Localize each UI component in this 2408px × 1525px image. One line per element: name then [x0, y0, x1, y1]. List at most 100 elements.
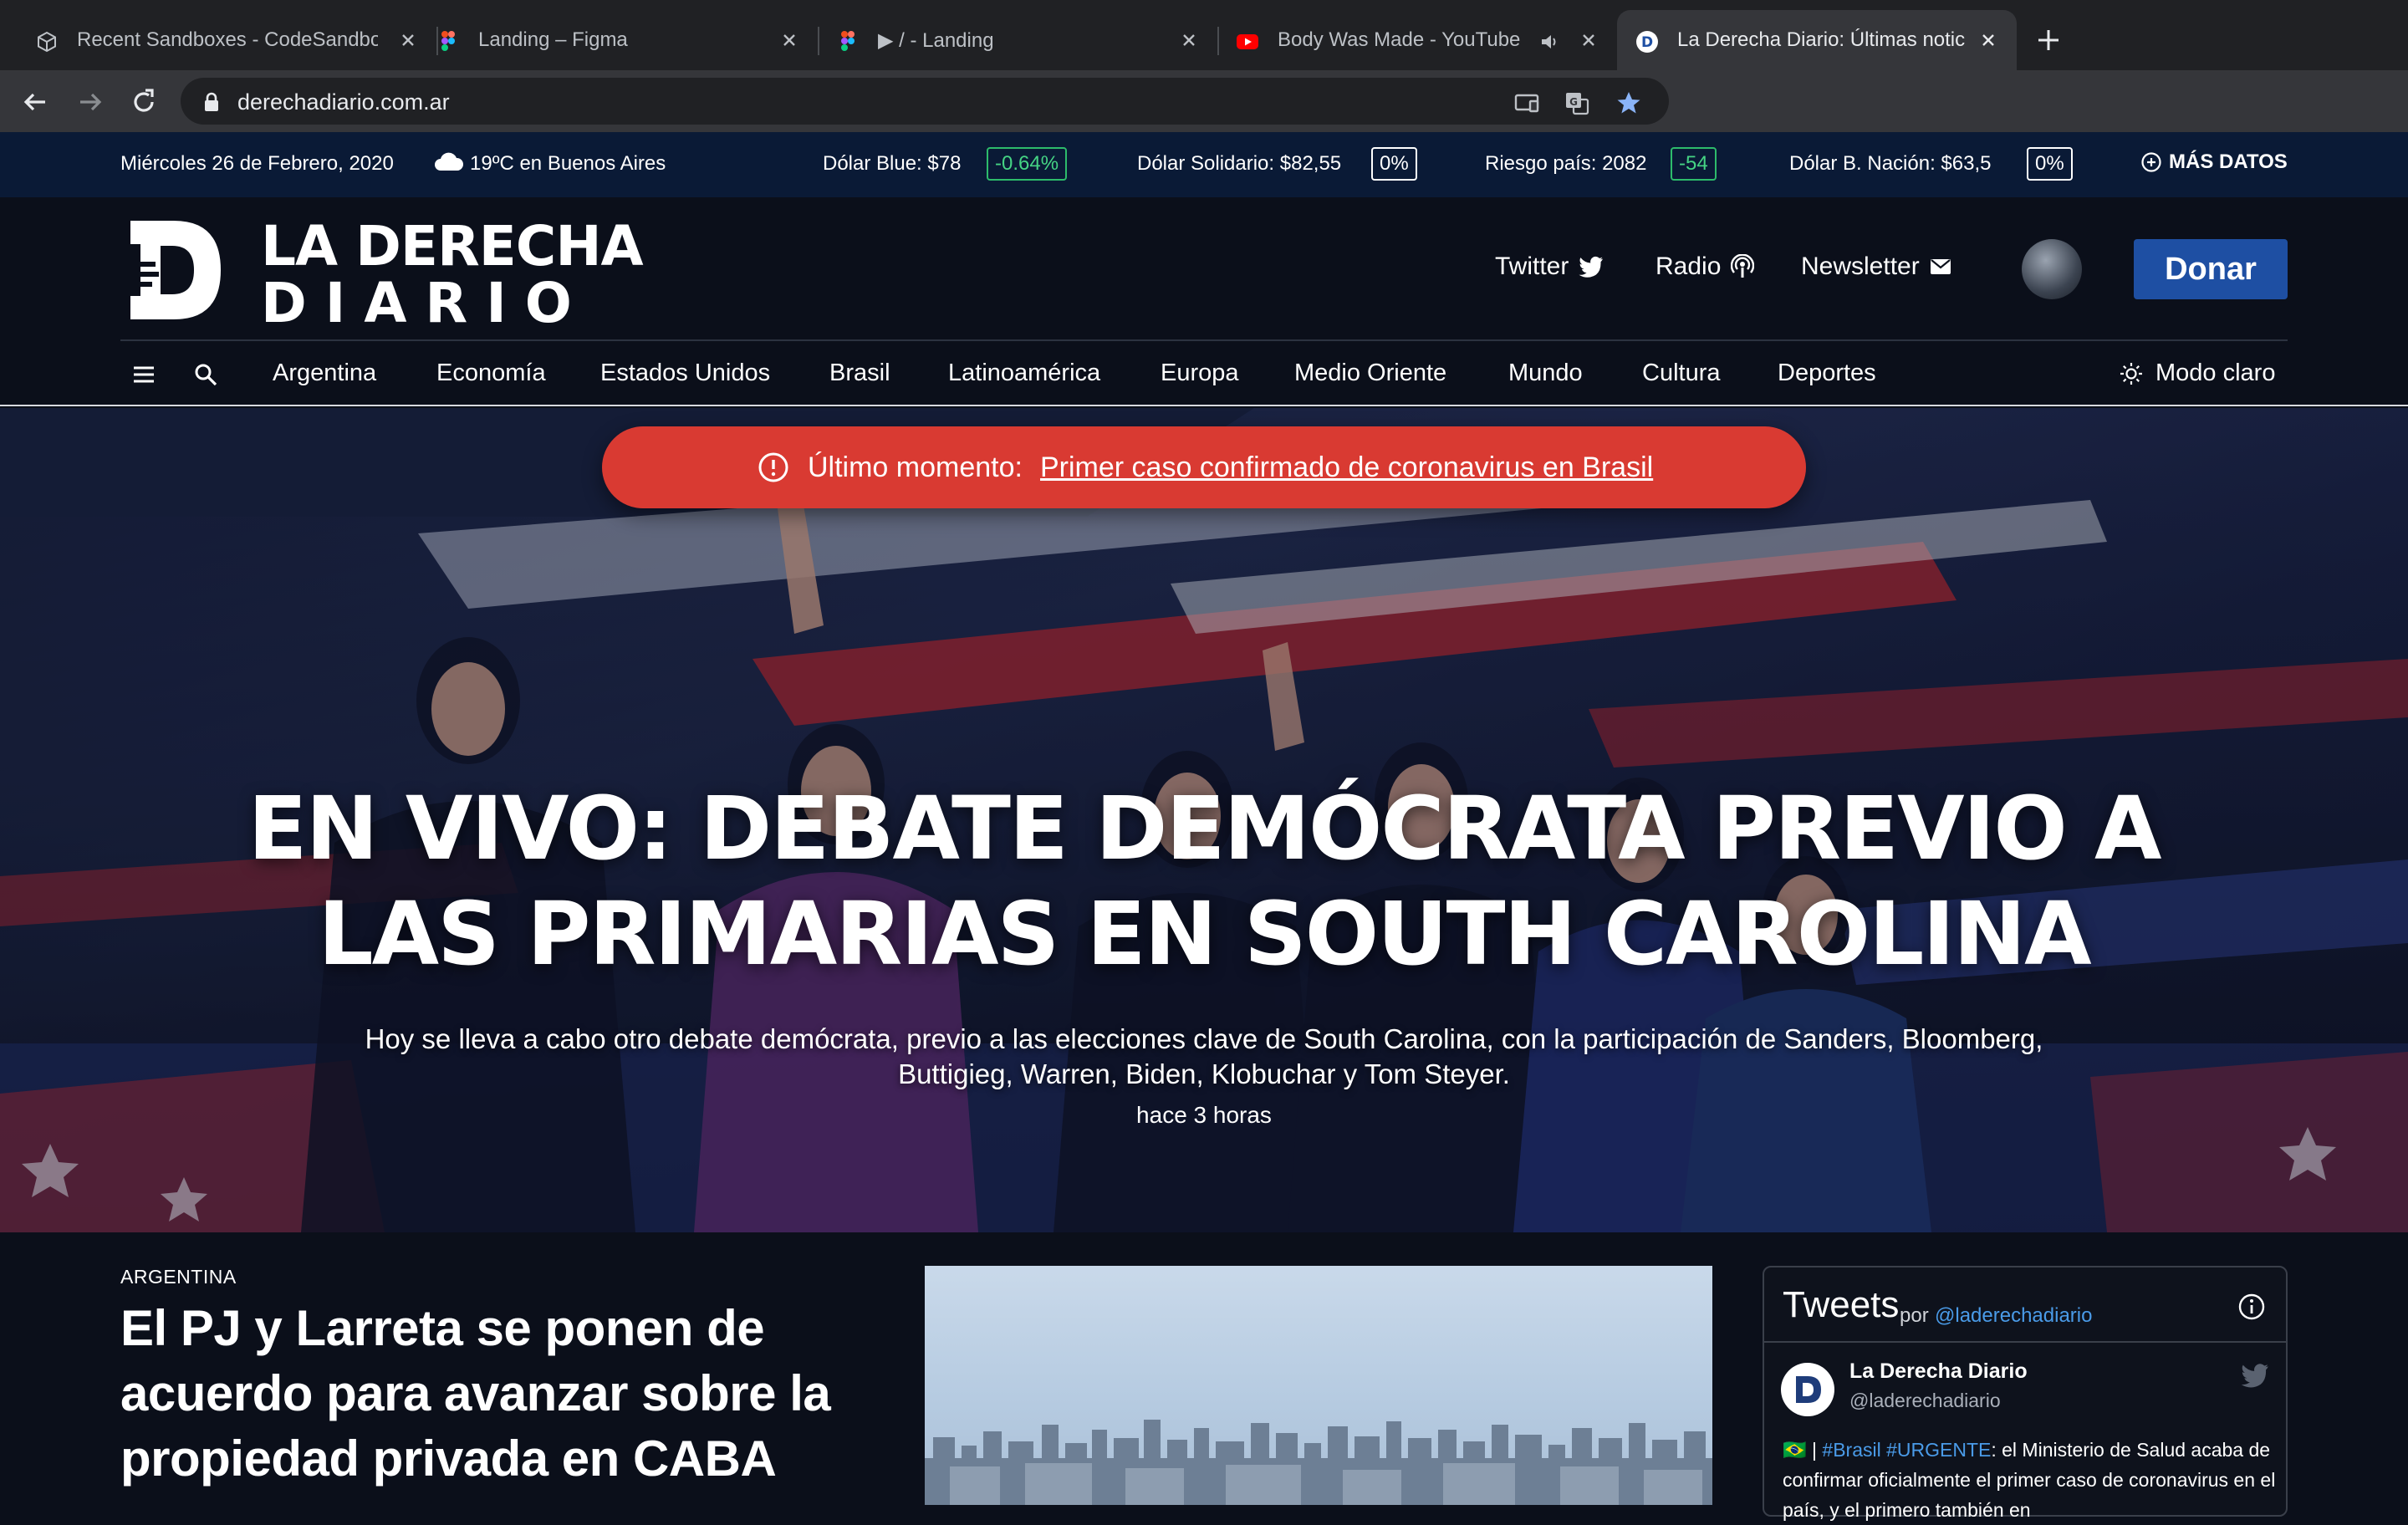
figma-icon — [441, 31, 455, 51]
tab-title: Body Was Made - YouTube — [1278, 28, 1521, 51]
more-data-link[interactable]: MÁS DATOS — [2140, 150, 2288, 174]
tweet-separator: | — [1812, 1439, 1818, 1461]
donate-button[interactable]: Donar — [2134, 239, 2288, 299]
close-icon[interactable] — [1177, 28, 1201, 52]
tweet-author-avatar[interactable] — [1781, 1363, 1834, 1416]
current-date: Miércoles 26 de Febrero, 2020 — [120, 152, 394, 175]
browser-toolbar: derechadiario.com.ar G N — [0, 70, 2408, 185]
hero-timestamp: hace 3 horas — [1136, 1102, 1272, 1128]
twitter-bird-icon[interactable] — [2241, 1363, 2269, 1388]
bookmark-star-icon[interactable] — [1615, 89, 1642, 116]
nav-item-cultura[interactable]: Cultura — [1642, 360, 1721, 387]
market-ticker-bar: Miércoles 26 de Febrero, 2020 19ºC en Bu… — [0, 132, 2408, 197]
translate-icon[interactable]: G — [1564, 89, 1590, 116]
browser-tab-figma-prototype[interactable]: ▶ / - Landing — [818, 10, 1219, 70]
tweet-text: 🇧🇷 | #Brasil #URGENTE: el Ministerio de … — [1783, 1435, 2276, 1525]
alert-circle-icon — [758, 452, 788, 482]
derecha-diario-icon — [1783, 1364, 1833, 1415]
newsletter-link-label: Newsletter — [1801, 252, 1920, 280]
twitter-link-label: Twitter — [1495, 252, 1569, 280]
nav-item-latinoamerica[interactable]: Latinoamérica — [948, 360, 1100, 387]
quote-dolar-nacion: Dólar B. Nación: $63,5 — [1789, 152, 1992, 175]
radio-link-label: Radio — [1656, 252, 1722, 280]
twitter-widget-header: Tweets por @laderechadiario — [1764, 1267, 2286, 1343]
close-icon[interactable] — [778, 28, 801, 52]
codesandbox-icon — [38, 31, 56, 53]
forward-arrow-icon[interactable] — [74, 85, 107, 119]
tab-title: La Derecha Diario: Últimas noticias — [1677, 28, 1965, 51]
browser-tab-youtube[interactable]: Body Was Made - YouTube — [1217, 10, 1617, 70]
quote-delta-badge: -0.64% — [987, 147, 1068, 181]
weather-text: 19ºC en Buenos Aires — [470, 152, 666, 175]
la-derecha-diario-logo-mark[interactable] — [122, 216, 227, 324]
twitter-widget-handle[interactable]: @laderechadiario — [1935, 1304, 2092, 1328]
nav-item-mundo[interactable]: Mundo — [1508, 360, 1583, 387]
theme-toggle-label: Modo claro — [2155, 360, 2276, 386]
nav-item-economia[interactable]: Economía — [436, 360, 546, 387]
hero-headline[interactable]: EN VIVO: DEBATE DEMÓCRATA PREVIO A LAS P… — [201, 776, 2207, 987]
nav-item-estados-unidos[interactable]: Estados Unidos — [600, 360, 770, 387]
story-headline[interactable]: El PJ y Larreta se ponen de acuerdo para… — [120, 1296, 873, 1492]
twitter-link[interactable]: Twitter — [1495, 252, 1604, 281]
youtube-icon — [1237, 34, 1258, 49]
browser-tab-strip: Recent Sandboxes - CodeSandbox Landing –… — [0, 0, 2408, 70]
twitter-timeline-widget[interactable]: Tweets por @laderechadiario La Derecha D… — [1763, 1266, 2288, 1521]
url-text: derechadiario.com.ar — [237, 89, 450, 115]
nav-item-brasil[interactable]: Brasil — [829, 360, 890, 387]
browser-tab-figma-landing[interactable]: Landing – Figma — [418, 10, 819, 70]
address-bar[interactable]: derechadiario.com.ar G — [181, 78, 1669, 125]
tweet-author-handle[interactable]: @laderechadiario — [1849, 1390, 2001, 1412]
search-icon[interactable] — [192, 361, 219, 388]
hamburger-menu-icon[interactable] — [130, 361, 157, 388]
back-arrow-icon[interactable] — [18, 85, 52, 119]
tweet-hashtag[interactable]: #URGENTE — [1886, 1439, 1991, 1461]
browser-tab-derecha-diario[interactable]: D La Derecha Diario: Últimas noticias — [1617, 10, 2017, 70]
reload-icon[interactable] — [127, 85, 161, 119]
nav-item-argentina[interactable]: Argentina — [273, 360, 376, 387]
news-content: ARGENTINA El PJ y Larreta se ponen de ac… — [0, 1232, 2408, 1521]
tweet-hashtag[interactable]: #Brasil — [1822, 1439, 1880, 1461]
lock-icon — [205, 92, 218, 111]
tweet-author-name[interactable]: La Derecha Diario — [1849, 1359, 2028, 1384]
nav-item-europa[interactable]: Europa — [1161, 360, 1239, 387]
browser-tab-codesandbox[interactable]: Recent Sandboxes - CodeSandbox — [17, 10, 438, 70]
breaking-news-label: Último momento: — [808, 451, 1023, 483]
info-icon[interactable] — [2237, 1293, 2266, 1321]
svg-text:G: G — [1569, 96, 1578, 108]
radio-link[interactable]: Radio — [1656, 252, 1755, 281]
city-skyline-image — [925, 1420, 1712, 1505]
cast-icon[interactable] — [1513, 89, 1540, 116]
new-tab-icon[interactable] — [2033, 25, 2064, 55]
user-avatar[interactable] — [2022, 239, 2082, 299]
plus-circle-icon — [2141, 152, 2161, 172]
quote-riesgo-pais: Riesgo país: 2082 — [1485, 152, 1647, 175]
tab-title: Landing – Figma — [478, 28, 628, 51]
quote-delta-badge: 0% — [1371, 147, 1417, 181]
svg-text:D: D — [1641, 34, 1653, 51]
breaking-news-link[interactable]: Primer caso confirmado de coronavirus en… — [1040, 451, 1653, 484]
brazil-flag-emoji: 🇧🇷 — [1783, 1439, 1807, 1461]
nav-item-medio-oriente[interactable]: Medio Oriente — [1294, 360, 1446, 387]
hero-description: Hoy se lleva a cabo otro debate demócrat… — [365, 1023, 2043, 1089]
cloud-icon — [435, 152, 464, 171]
tab-title: ▶ / - Landing — [878, 29, 994, 52]
mail-icon — [1930, 259, 1951, 274]
hero-section[interactable]: Último momento: Primer caso confirmado d… — [0, 408, 2408, 1232]
theme-toggle[interactable]: Modo claro — [2119, 360, 2275, 387]
newsletter-link[interactable]: Newsletter — [1801, 252, 1951, 281]
site-header: LA DERECHA DIARIO Twitter Radio Newslett… — [0, 197, 2408, 341]
sun-icon — [2120, 362, 2142, 385]
quote-delta-badge: 0% — [2027, 147, 2073, 181]
close-icon[interactable] — [396, 28, 420, 52]
breaking-news-banner[interactable]: Último momento: Primer caso confirmado d… — [602, 426, 1806, 508]
close-icon[interactable] — [1577, 28, 1600, 52]
twitter-widget-title: Tweets — [1783, 1284, 1900, 1325]
logo-wordmark-line2: DIARIO — [261, 271, 590, 335]
story-image[interactable] — [925, 1266, 1712, 1505]
speaker-icon[interactable] — [1538, 30, 1562, 54]
sections-nav: Argentina Economía Estados Unidos Brasil… — [0, 341, 2408, 406]
quote-dolar-blue: Dólar Blue: $78 — [823, 152, 962, 175]
story-section-label[interactable]: ARGENTINA — [120, 1266, 237, 1288]
nav-item-deportes[interactable]: Deportes — [1778, 360, 1876, 387]
close-icon[interactable] — [1977, 28, 2000, 52]
